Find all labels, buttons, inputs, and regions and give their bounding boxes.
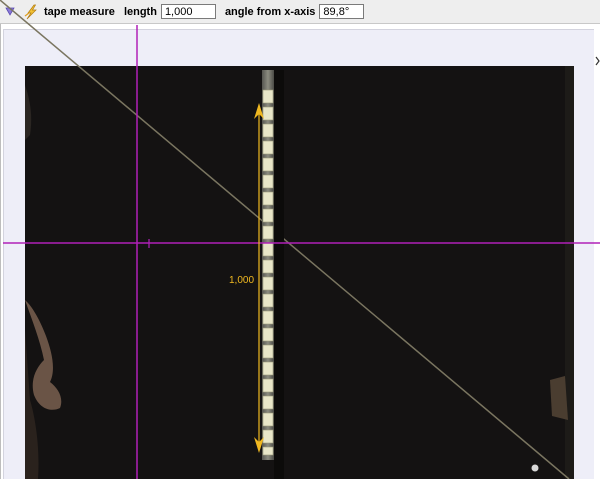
- meter-stick-shade: [274, 70, 284, 479]
- right-object-image: [550, 376, 568, 420]
- tape-length-readout: 1,000: [229, 275, 254, 286]
- video-frame: [25, 66, 574, 479]
- video-view[interactable]: 1,000: [0, 0, 600, 479]
- meter-stick-segments: [262, 89, 274, 456]
- bright-dot-image: [531, 464, 539, 472]
